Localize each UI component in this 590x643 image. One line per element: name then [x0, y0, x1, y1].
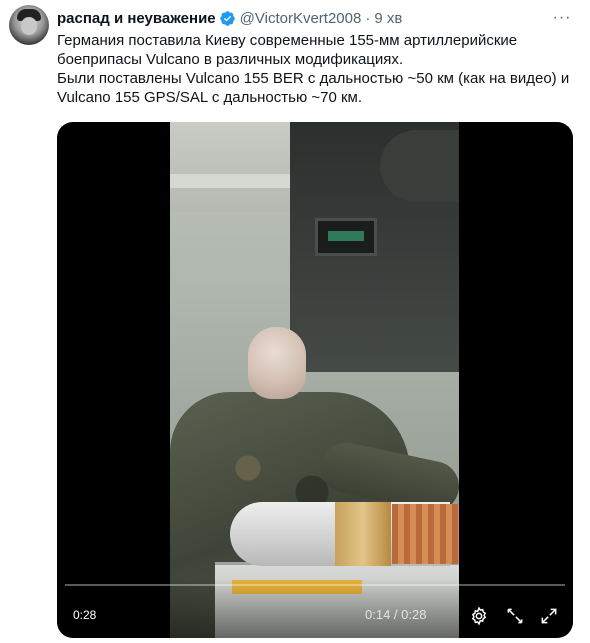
tweet-time[interactable]: 9 хв	[374, 10, 402, 27]
verified-badge-icon	[219, 10, 236, 27]
video-controls: 0:28 0:14 / 0:28	[57, 578, 573, 638]
more-dots-icon[interactable]: ···	[552, 8, 572, 28]
tweet: распад и неуважение @VictorKvert2008 · 9…	[0, 0, 590, 643]
video-duration: 0:28	[73, 608, 97, 622]
video-progress-track[interactable]	[65, 584, 565, 586]
author-display-name[interactable]: распад и неуважение	[57, 10, 216, 27]
frame-dome	[380, 130, 459, 202]
tweet-text: Германия поставила Киеву современные 155…	[57, 31, 577, 107]
separator-dot: ·	[365, 9, 371, 27]
frame-soldier-head	[248, 327, 306, 399]
tweet-text-line: Германия поставила Киеву современные 155…	[57, 32, 518, 49]
author-handle[interactable]: @VictorKvert2008	[240, 10, 362, 27]
frame-display-box	[315, 218, 377, 256]
share-icon[interactable]	[503, 604, 527, 628]
tweet-text-line: Vulcano 155 GPS/SAL с дальностью ~70 км.	[57, 89, 363, 106]
video-player[interactable]: 0:28 0:14 / 0:28	[57, 122, 573, 638]
video-frame[interactable]	[170, 122, 459, 638]
tweet-header: распад и неуважение @VictorKvert2008 · 9…	[57, 8, 550, 28]
avatar[interactable]	[9, 5, 49, 45]
tweet-text-line: Были поставлены Vulcano 155 BER с дально…	[57, 70, 570, 87]
frame-shell-band	[335, 502, 391, 566]
gear-icon[interactable]	[467, 604, 491, 628]
video-playback-time: 0:14 / 0:28	[365, 607, 427, 622]
avatar-face	[21, 17, 37, 35]
fullscreen-icon[interactable]	[537, 604, 561, 628]
frame-shell-copper	[392, 504, 459, 564]
tweet-text-line: боеприпасы Vulcano в различных модификац…	[57, 51, 404, 68]
